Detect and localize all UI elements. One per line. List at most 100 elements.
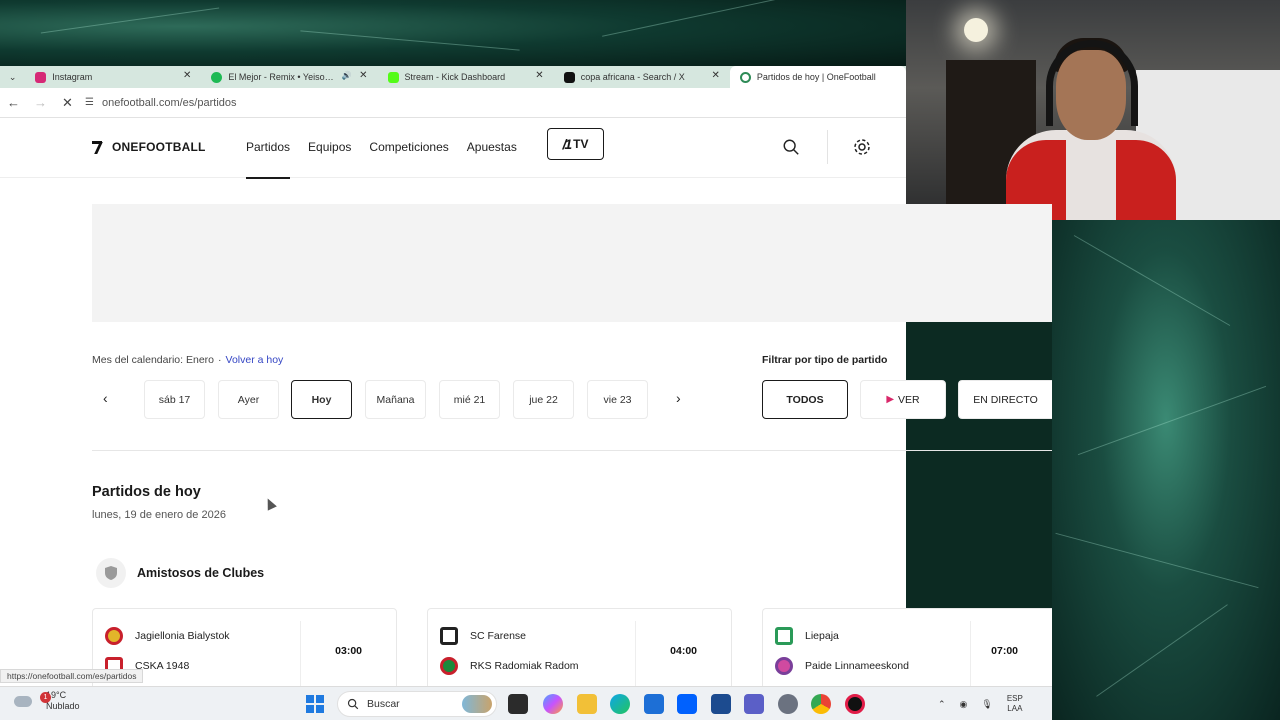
cloud-icon: [14, 695, 32, 707]
close-tab-icon[interactable]: ✕: [183, 70, 191, 81]
tab-instagram[interactable]: Instagram ✕: [25, 66, 201, 88]
task-view-icon[interactable]: [508, 694, 528, 714]
day-ayer[interactable]: Ayer: [218, 380, 279, 419]
stream-background-right: [1052, 220, 1280, 720]
day-vie-23[interactable]: vie 23: [587, 380, 648, 419]
day-mie-21[interactable]: mié 21: [439, 380, 500, 419]
webcam-feed: [906, 0, 1280, 220]
competition-name[interactable]: Amistosos de Clubes: [137, 566, 264, 580]
team-crest-icon: [440, 657, 458, 675]
stop-loading-icon[interactable]: ✕: [54, 95, 81, 111]
tab-onefootball[interactable]: Partidos de hoy | OneFootball: [729, 66, 906, 88]
section-title: Partidos de hoy: [92, 484, 201, 500]
edge-icon[interactable]: [610, 694, 630, 714]
day-hoy[interactable]: Hoy: [291, 380, 352, 419]
chevron-right-icon[interactable]: ›: [676, 390, 681, 406]
team-crest-icon: [105, 627, 123, 645]
gear-icon[interactable]: [852, 137, 872, 157]
notification-badge: 1: [40, 692, 51, 703]
onefootball-logo[interactable]: ONEFOOTBALL: [92, 140, 206, 154]
brand-name: ONEFOOTBALL: [112, 140, 206, 154]
match-card[interactable]: SC Farense RKS Radomiak Radom 04:00: [427, 608, 732, 698]
close-tab-icon[interactable]: ✕: [535, 70, 543, 81]
vscode-icon[interactable]: [711, 694, 731, 714]
day-manana[interactable]: Mañana: [365, 380, 426, 419]
url-text[interactable]: onefootball.com/es/partidos: [102, 97, 237, 109]
instagram-icon: [35, 71, 47, 83]
nav-equipos[interactable]: Equipos: [308, 118, 351, 178]
match-time: 04:00: [670, 645, 697, 657]
tab-spotify[interactable]: El Mejor - Remix • Yeison Jiménez 🔊 ✕: [201, 66, 377, 88]
status-bar-url: https://onefootball.com/es/partidos: [0, 669, 144, 683]
chevron-left-icon[interactable]: ‹: [103, 390, 108, 406]
onefootball-icon: [739, 71, 751, 83]
filter-todos-button[interactable]: TODOS: [762, 380, 848, 419]
tv-label: TV: [573, 137, 589, 151]
filter-en-directo-button[interactable]: EN DIRECTO: [958, 380, 1052, 419]
match-time: 07:00: [991, 645, 1018, 657]
tab-title: Stream - Kick Dashboard: [404, 72, 506, 82]
weather-condition: Nublado: [46, 701, 80, 711]
section-date: lunes, 19 de enero de 2026: [92, 509, 226, 521]
match-card[interactable]: Liepaja Paide Linnameeskond 07:00: [762, 608, 1052, 698]
file-explorer-icon[interactable]: [577, 694, 597, 714]
network-icon[interactable]: ◉: [960, 699, 968, 710]
settings-icon[interactable]: [778, 694, 798, 714]
match-card[interactable]: Jagiellonia Bialystok CSKA 1948 03:00: [92, 608, 397, 698]
calendar-month-label: Mes del calendario: Enero · Volver a hoy: [92, 354, 284, 366]
tab-kick[interactable]: Stream - Kick Dashboard ✕: [378, 66, 554, 88]
x-logo-icon: [563, 71, 575, 83]
tab-x[interactable]: copa africana - Search / X ✕: [554, 66, 730, 88]
nav-partidos[interactable]: Partidos: [246, 118, 291, 179]
home-team: Liepaja: [805, 630, 839, 642]
search-icon: [347, 698, 359, 710]
tab-title: Partidos de hoy | OneFootball: [756, 72, 876, 82]
dropbox-icon[interactable]: [677, 694, 697, 714]
nav-competiciones[interactable]: Competiciones: [369, 118, 448, 178]
speaker-icon[interactable]: 🔊: [342, 71, 352, 80]
close-tab-icon[interactable]: ✕: [359, 70, 367, 81]
windows-start-icon[interactable]: [306, 695, 324, 713]
away-team: RKS Radomiak Radom: [470, 660, 579, 672]
language-indicator[interactable]: ESP LAA: [1007, 694, 1023, 714]
day-jue-22[interactable]: jue 22: [513, 380, 574, 419]
forward-arrow-icon[interactable]: →: [27, 95, 54, 110]
nav-apuestas[interactable]: Apuestas: [467, 118, 517, 178]
competition-shield-icon[interactable]: [96, 558, 126, 588]
stream-background-top: [0, 0, 906, 66]
spotify-icon: [211, 71, 223, 83]
search-icon[interactable]: [782, 138, 800, 156]
match-time: 03:00: [335, 645, 362, 657]
chrome-icon[interactable]: [811, 694, 831, 714]
weather-widget[interactable]: 1 19°C Nublado: [14, 690, 80, 712]
system-tray: ⌃ ◉ 🎙 ESP LAA: [938, 687, 1023, 720]
tab-title: Instagram: [52, 72, 93, 82]
close-tab-icon[interactable]: ✕: [711, 70, 719, 81]
back-arrow-icon[interactable]: ←: [0, 95, 27, 110]
store-icon[interactable]: [644, 694, 664, 714]
onefootball-tv-button[interactable]: /1 TV: [547, 128, 604, 160]
onefootball-tv-icon: /1: [562, 136, 572, 152]
teams-icon[interactable]: [744, 694, 764, 714]
divider: [92, 450, 1052, 451]
site-info-icon[interactable]: ☰: [85, 97, 94, 108]
calendar-month[interactable]: Enero: [186, 354, 214, 366]
main-nav: Partidos Equipos Competiciones Apuestas: [246, 118, 535, 179]
search-highlight-icon: [462, 695, 492, 713]
tab-search-chevron-icon[interactable]: ⌄: [0, 72, 25, 83]
copilot-icon[interactable]: [543, 694, 563, 714]
back-to-today-link[interactable]: Volver a hoy: [226, 354, 284, 366]
tab-title: El Mejor - Remix • Yeison Jiménez: [228, 72, 337, 82]
filter-ver-button[interactable]: ▶ VER: [860, 380, 946, 419]
chevron-up-icon[interactable]: ⌃: [938, 699, 946, 710]
home-team: SC Farense: [470, 630, 527, 642]
microphone-icon[interactable]: 🎙: [981, 699, 992, 710]
play-icon: ▶: [886, 394, 895, 405]
taskbar-search-placeholder: Buscar: [367, 698, 400, 710]
tab-strip: ⌄ Instagram ✕ El Mejor - Remix • Yeison …: [0, 66, 906, 88]
obs-icon[interactable]: [845, 694, 865, 714]
day-sab-17[interactable]: sáb 17: [144, 380, 205, 419]
taskbar-search[interactable]: Buscar: [337, 691, 497, 717]
away-team: Paide Linnameeskond: [805, 660, 909, 672]
team-crest-icon: [775, 657, 793, 675]
